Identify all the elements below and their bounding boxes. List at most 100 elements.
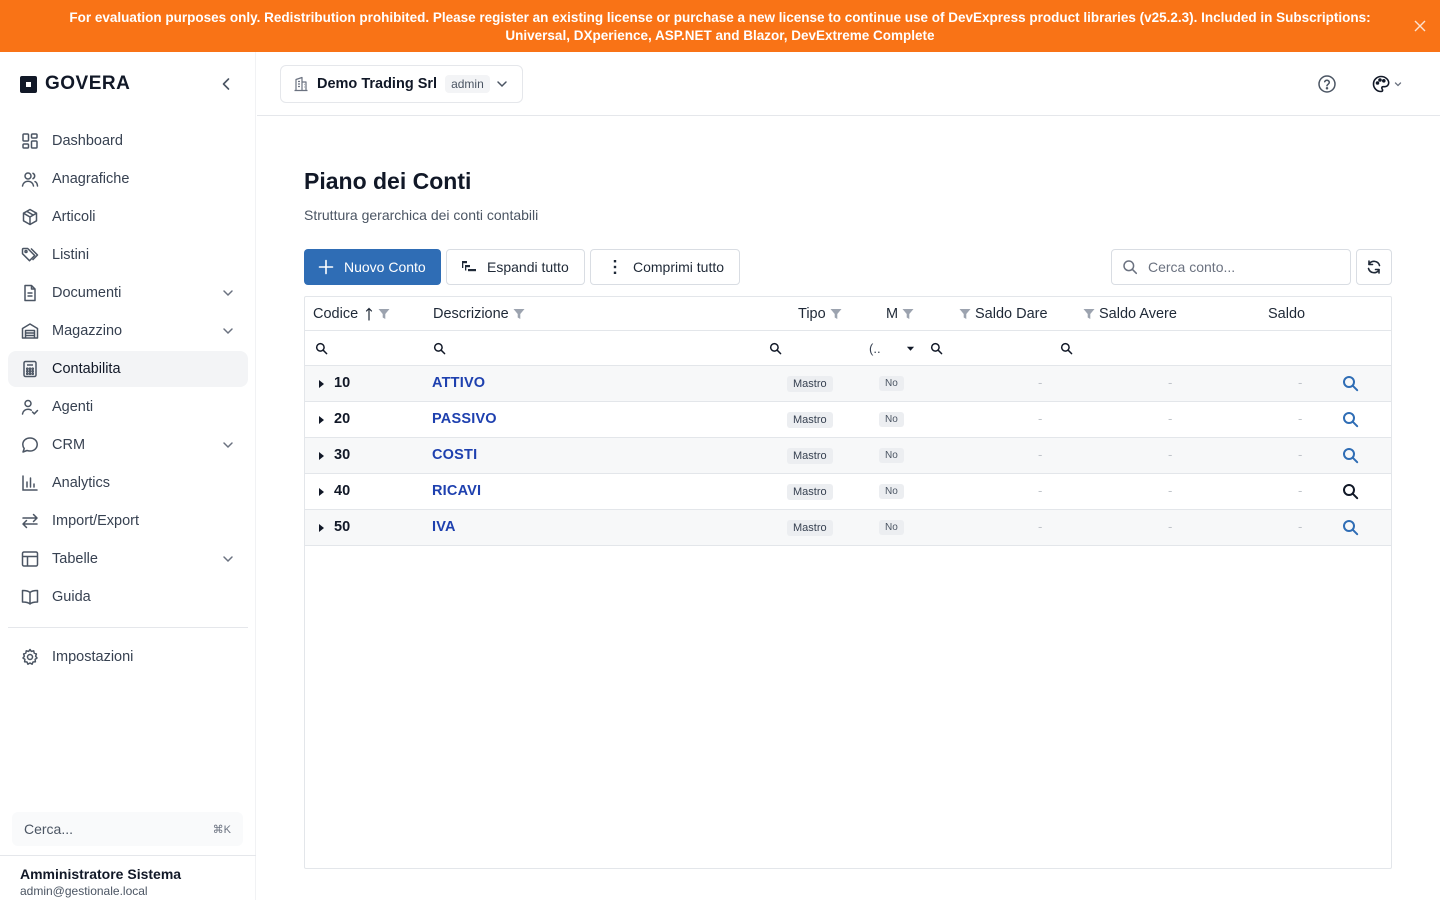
- chevron-down-icon[interactable]: [220, 437, 236, 453]
- chevron-down-icon[interactable]: [220, 323, 236, 339]
- column-header-saldo[interactable]: Saldo: [1268, 297, 1305, 331]
- account-code: 50: [334, 519, 351, 535]
- sidebar-item-listini[interactable]: Listini: [8, 237, 248, 273]
- table-row[interactable]: 50 IVA Mastro No - - -: [305, 510, 1391, 546]
- brand-logo[interactable]: GOVERA: [20, 72, 130, 96]
- account-description[interactable]: COSTI: [432, 447, 477, 463]
- account-description[interactable]: ATTIVO: [432, 375, 485, 391]
- sidebar-item-magazzino[interactable]: Magazzino: [8, 313, 248, 349]
- view-details-search-icon[interactable]: [1342, 411, 1359, 428]
- chevron-down-icon[interactable]: [220, 551, 236, 567]
- theme-switcher[interactable]: [1371, 74, 1407, 94]
- filter-icon[interactable]: [513, 308, 525, 320]
- account-m-badge: No: [879, 448, 904, 463]
- saldo-dare-value: -: [1038, 519, 1043, 534]
- new-account-button[interactable]: Nuovo Conto: [304, 249, 441, 285]
- sidebar-item-label: Articoli: [52, 209, 96, 225]
- table-row[interactable]: 40 RICAVI Mastro No - - -: [305, 474, 1391, 510]
- table-row[interactable]: 10 ATTIVO Mastro No - - -: [305, 366, 1391, 402]
- account-type-badge: Mastro: [787, 376, 833, 392]
- account-description[interactable]: RICAVI: [432, 483, 481, 499]
- filter-type-input[interactable]: [769, 331, 782, 366]
- saldo-value: -: [1298, 519, 1303, 534]
- filter-icon[interactable]: [1083, 308, 1095, 320]
- filter-m-select[interactable]: (..: [869, 331, 915, 366]
- sidebar-item-label: Impostazioni: [52, 649, 134, 665]
- license-banner-text: For evaluation purposes only. Redistribu…: [69, 10, 1371, 43]
- filter-code-input[interactable]: [315, 331, 328, 366]
- view-details-search-icon[interactable]: [1342, 447, 1359, 464]
- sidebar-item-crm[interactable]: CRM: [8, 427, 248, 463]
- column-header-label: Saldo: [1268, 306, 1306, 322]
- role-badge: admin: [445, 75, 490, 93]
- dashboard-icon: [22, 133, 38, 149]
- expand-row-icon[interactable]: [319, 488, 324, 496]
- table-row[interactable]: 30 COSTI Mastro No - - -: [305, 438, 1391, 474]
- chevron-down-icon[interactable]: [220, 285, 236, 301]
- chat-icon: [22, 437, 38, 453]
- table-row[interactable]: 20 PASSIVO Mastro No - - -: [305, 402, 1391, 438]
- sidebar-item-guida[interactable]: Guida: [8, 579, 248, 615]
- account-description[interactable]: IVA: [432, 519, 456, 535]
- close-icon[interactable]: [1410, 16, 1430, 36]
- expand-row-icon[interactable]: [319, 452, 324, 460]
- saldo-avere-value: -: [1168, 411, 1173, 426]
- account-type-badge: Mastro: [787, 520, 833, 536]
- filter-description-input[interactable]: [433, 331, 446, 366]
- sidebar-item-analytics[interactable]: Analytics: [8, 465, 248, 501]
- calculator-icon: [23, 360, 37, 378]
- sidebar-item-contabilita[interactable]: Contabilita: [8, 351, 248, 387]
- company-selector[interactable]: Demo Trading Srl admin: [280, 65, 523, 103]
- sidebar-item-articoli[interactable]: Articoli: [8, 199, 248, 235]
- collapse-all-button[interactable]: Comprimi tutto: [590, 249, 740, 285]
- sidebar-item-documenti[interactable]: Documenti: [8, 275, 248, 311]
- help-icon[interactable]: [1317, 74, 1337, 94]
- sidebar-item-label: Guida: [52, 589, 91, 605]
- account-search-input[interactable]: Cerca conto...: [1111, 249, 1351, 285]
- saldo-value: -: [1298, 483, 1303, 498]
- filter-icon[interactable]: [902, 308, 914, 320]
- filter-icon[interactable]: [830, 308, 842, 320]
- expand-row-icon[interactable]: [319, 416, 324, 424]
- collapse-tree-icon: [613, 260, 617, 274]
- sidebar-item-anagrafiche[interactable]: Anagrafiche: [8, 161, 248, 197]
- page-title: Piano dei Conti: [304, 168, 472, 194]
- column-header-saldo-avere[interactable]: Saldo Avere: [1083, 297, 1177, 331]
- column-header-m[interactable]: M: [886, 297, 914, 331]
- sidebar-item-label: Analytics: [52, 475, 111, 491]
- sidebar-search-placeholder: Cerca...: [24, 821, 74, 837]
- new-account-label: Nuovo Conto: [344, 259, 426, 275]
- sidebar-item-import-export[interactable]: Import/Export: [8, 503, 248, 539]
- column-header-saldo-dare[interactable]: Saldo Dare: [959, 297, 1048, 331]
- search-icon: [315, 342, 328, 355]
- saldo-dare-value: -: [1038, 411, 1043, 426]
- account-description[interactable]: PASSIVO: [432, 411, 497, 427]
- column-header-label: Tipo: [798, 306, 826, 322]
- sidebar-item-agenti[interactable]: Agenti: [8, 389, 248, 425]
- expand-all-button[interactable]: Espandi tutto: [446, 249, 585, 285]
- saldo-avere-value: -: [1168, 447, 1173, 462]
- user-name[interactable]: Amministratore Sistema: [20, 866, 181, 882]
- filter-saldo-dare-input[interactable]: [930, 331, 943, 366]
- view-details-search-icon[interactable]: [1342, 519, 1359, 536]
- saldo-dare-value: -: [1038, 447, 1043, 462]
- page-subtitle: Struttura gerarchica dei conti contabili: [304, 207, 539, 223]
- book-icon: [21, 589, 39, 605]
- sidebar-item-impostazioni[interactable]: Impostazioni: [8, 639, 248, 675]
- filter-icon[interactable]: [378, 308, 390, 320]
- expand-row-icon[interactable]: [319, 380, 324, 388]
- view-details-search-icon[interactable]: [1342, 375, 1359, 392]
- column-header-code[interactable]: Codice: [313, 297, 390, 331]
- sidebar-item-label: Documenti: [52, 285, 122, 301]
- view-details-search-icon[interactable]: [1342, 483, 1359, 500]
- sidebar-item-dashboard[interactable]: Dashboard: [8, 123, 248, 159]
- refresh-button[interactable]: [1356, 249, 1392, 285]
- filter-icon[interactable]: [959, 308, 971, 320]
- collapse-sidebar-icon[interactable]: [216, 74, 236, 94]
- sidebar-item-tabelle[interactable]: Tabelle: [8, 541, 248, 577]
- expand-row-icon[interactable]: [319, 524, 324, 532]
- sidebar-search-input[interactable]: Cerca... ⌘K: [12, 812, 243, 846]
- column-header-description[interactable]: Descrizione: [433, 297, 525, 331]
- filter-saldo-avere-input[interactable]: [1060, 331, 1073, 366]
- column-header-type[interactable]: Tipo: [798, 297, 842, 331]
